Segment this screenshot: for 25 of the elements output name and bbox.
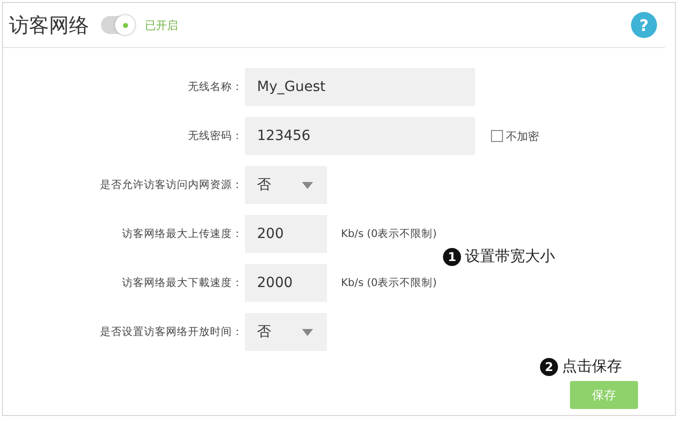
input-field[interactable]: 123456 <box>245 117 475 155</box>
step-number: 2 <box>540 358 558 376</box>
status-text: 已开启 <box>145 18 178 32</box>
field-label: 是否允许访客访问内网资源： <box>99 178 244 192</box>
field-label: 无线密码： <box>187 129 244 143</box>
input-field[interactable]: My_Guest <box>245 68 475 106</box>
unit-text: Kb/s (0表示不限制) <box>341 227 437 241</box>
field-label: 是否设置访客网络开放时间： <box>99 325 244 339</box>
toggle-switch[interactable] <box>101 16 135 34</box>
unit-text: Kb/s (0表示不限制) <box>341 276 437 290</box>
caret-icon <box>302 328 313 336</box>
page-title: 访客网络 <box>9 12 89 38</box>
annotation-text: 设置带宽大小 <box>465 247 555 266</box>
input-field[interactable]: 2000 <box>245 264 327 302</box>
checkbox-label: 不加密 <box>506 128 539 144</box>
field-label: 访客网络最大上传速度： <box>121 227 244 241</box>
input-field[interactable]: 200 <box>245 215 327 253</box>
dropdown[interactable]: 否 <box>245 313 327 351</box>
caret-icon <box>302 182 313 188</box>
dropdown[interactable]: 否 <box>245 166 327 204</box>
field-label: 访客网络最大下載速度： <box>121 276 244 290</box>
annotation-text: 点击保存 <box>562 357 622 376</box>
field-label: 无线名称： <box>187 80 244 94</box>
checkbox[interactable] <box>491 130 503 142</box>
step-number: 1 <box>443 248 461 266</box>
